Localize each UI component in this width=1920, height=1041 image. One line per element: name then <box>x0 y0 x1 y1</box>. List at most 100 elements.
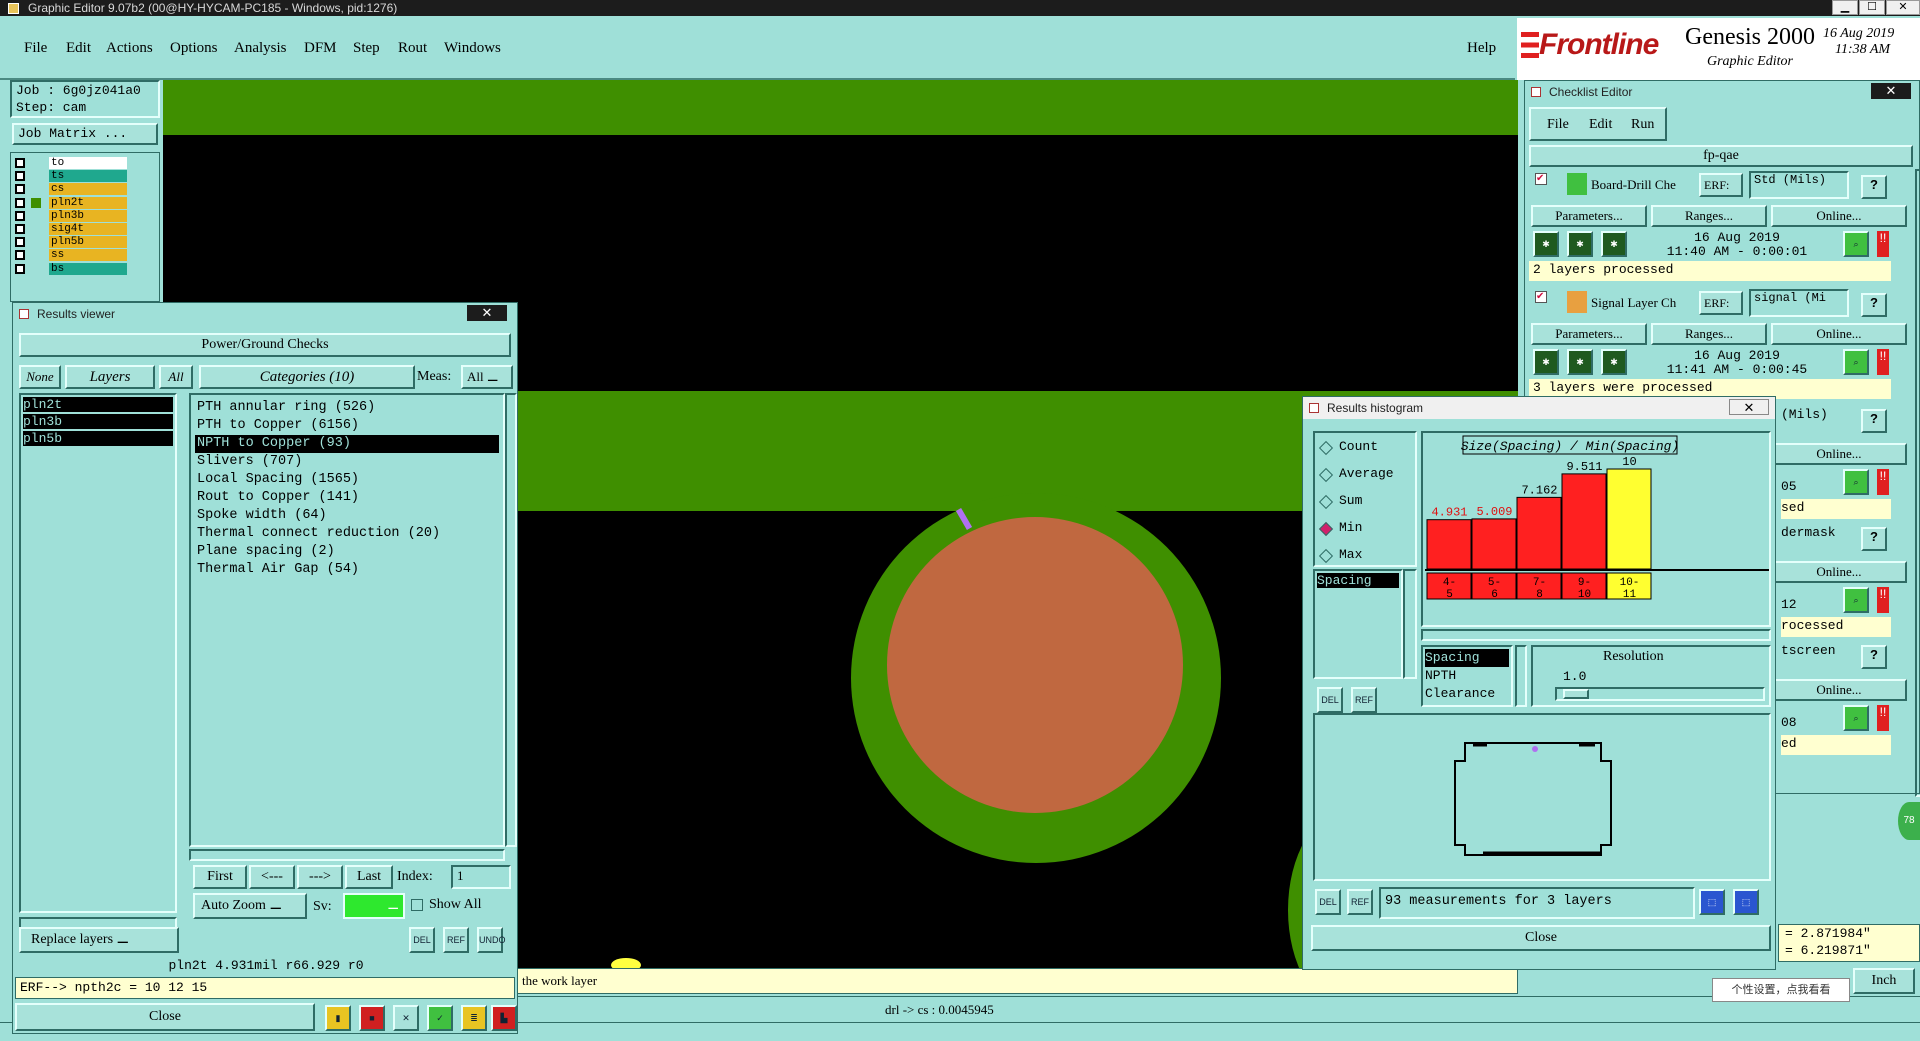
ref-icon[interactable]: REF <box>443 927 469 953</box>
help-icon[interactable]: ? <box>1861 175 1887 199</box>
layer-name[interactable]: pln5b <box>49 236 127 249</box>
index-input[interactable]: 1 <box>451 865 511 889</box>
checklist-menu-file[interactable]: File <box>1547 117 1569 133</box>
layer-row[interactable]: pln5b <box>13 236 127 249</box>
run-stop-icon[interactable]: ✱ <box>1601 231 1627 257</box>
type-list[interactable]: Spacing NPTH Clearance <box>1421 645 1513 707</box>
meas-dropdown[interactable]: All ⚊ <box>461 365 513 389</box>
last-button[interactable]: Last <box>345 865 393 889</box>
unit-button[interactable]: Inch <box>1853 968 1915 994</box>
show-all-checkbox[interactable] <box>411 899 423 911</box>
run-fast-icon[interactable]: ✱ <box>1567 349 1593 375</box>
run-stop-icon[interactable]: ✱ <box>1601 349 1627 375</box>
chart-hscroll[interactable] <box>1421 629 1771 641</box>
document-icon[interactable]: ≣ <box>461 1005 487 1031</box>
radio-icon[interactable] <box>1318 467 1334 483</box>
category-item[interactable]: Local Spacing (1565) <box>195 471 499 489</box>
ranges-button[interactable]: Ranges... <box>1651 323 1767 345</box>
prev-button[interactable]: <--- <box>249 865 295 889</box>
help-icon[interactable]: ? <box>1861 409 1887 433</box>
run-icon[interactable]: ✱ <box>1533 231 1559 257</box>
layer-name[interactable]: to <box>49 157 127 169</box>
del-icon[interactable]: DEL <box>409 927 435 953</box>
zoom-icon[interactable]: ⌕ <box>1843 231 1869 257</box>
menu-edit[interactable]: Edit <box>66 40 91 57</box>
zoom-area-icon[interactable]: ⬚ <box>1733 889 1759 915</box>
category-item[interactable]: Thermal Air Gap (54) <box>195 561 499 579</box>
online-button-3[interactable]: Online... <box>1771 443 1907 465</box>
layer-name[interactable]: pln3b <box>49 209 127 222</box>
layer-name[interactable]: pln2t <box>49 196 127 209</box>
item-checkbox[interactable]: ✔ <box>1535 173 1547 185</box>
layer-name[interactable]: ss <box>49 249 127 262</box>
erf-label[interactable]: ERF: <box>1699 291 1743 315</box>
category-item[interactable]: PTH to Copper (6156) <box>195 417 499 435</box>
layer-checkbox[interactable] <box>15 237 25 248</box>
layer-checkbox[interactable] <box>15 197 25 208</box>
histogram-close-button[interactable]: Close <box>1311 925 1771 951</box>
layer-row[interactable]: pln3b <box>13 209 127 222</box>
delete-icon[interactable]: ✕ <box>393 1005 419 1031</box>
radio-icon[interactable] <box>1318 440 1334 456</box>
category-item[interactable]: Spoke width (64) <box>195 507 499 525</box>
preview-del-icon[interactable]: DEL <box>1315 889 1341 915</box>
hist-del-icon[interactable]: DEL <box>1317 687 1343 713</box>
type-item[interactable]: Clearance <box>1425 685 1509 703</box>
layer-row[interactable]: pln2t <box>13 196 127 209</box>
layer-row[interactable]: to <box>13 157 127 169</box>
tooltip[interactable]: 个性设置，点我看看 <box>1712 978 1850 1002</box>
category-hscroll[interactable] <box>189 849 505 861</box>
tab-none[interactable]: None <box>19 365 61 389</box>
radio-icon[interactable] <box>1318 521 1334 537</box>
radio-icon[interactable] <box>1318 548 1334 564</box>
help-icon[interactable]: ? <box>1861 527 1887 551</box>
layer-checkbox[interactable] <box>15 263 25 274</box>
menu-windows[interactable]: Windows <box>444 40 501 57</box>
checklist-menu-run[interactable]: Run <box>1631 117 1654 133</box>
category-vscroll[interactable] <box>505 393 517 847</box>
item-title[interactable]: Signal Layer Ch <box>1591 295 1676 311</box>
tab-layers[interactable]: Layers <box>65 365 155 389</box>
layer-result-list[interactable]: pln2t pln3b pln5b <box>19 393 177 913</box>
type-item[interactable]: NPTH <box>1425 667 1509 685</box>
ranges-button[interactable]: Ranges... <box>1651 205 1767 227</box>
category-item[interactable]: Thermal connect reduction (20) <box>195 525 499 543</box>
menu-analysis[interactable]: Analysis <box>234 40 287 57</box>
menu-actions[interactable]: Actions <box>106 40 153 57</box>
type-item[interactable]: Spacing <box>1425 649 1509 667</box>
measure-vscroll[interactable] <box>1403 569 1417 679</box>
results-viewer-close-x[interactable]: ✕ <box>467 305 507 321</box>
result-layer-item[interactable]: pln5b <box>23 431 173 446</box>
result-layer-item[interactable]: pln3b <box>23 414 173 429</box>
zoom-icon[interactable]: ⌕ <box>1843 705 1869 731</box>
category-item[interactable]: NPTH to Copper (93) <box>195 435 499 453</box>
resolution-slider-handle[interactable] <box>1563 689 1589 699</box>
menu-step[interactable]: Step <box>353 40 380 57</box>
help-icon[interactable]: ? <box>1861 645 1887 669</box>
category-item[interactable]: Rout to Copper (141) <box>195 489 499 507</box>
parameters-button[interactable]: Parameters... <box>1531 323 1647 345</box>
zoom-icon[interactable]: ⌕ <box>1843 469 1869 495</box>
undo-icon[interactable]: UNDO <box>477 927 506 953</box>
item-checkbox[interactable]: ✔ <box>1535 291 1547 303</box>
layer-checkbox[interactable] <box>15 224 25 234</box>
online-button[interactable]: Online... <box>1771 323 1907 345</box>
results-close-button[interactable]: Close <box>15 1003 315 1031</box>
erf-label[interactable]: ERF: <box>1699 173 1743 197</box>
checklist-menu-edit[interactable]: Edit <box>1589 117 1612 133</box>
zoom-home-icon[interactable]: ⬚ <box>1699 889 1725 915</box>
item-title[interactable]: Board-Drill Che <box>1591 177 1676 193</box>
run-icon[interactable]: ✱ <box>1533 349 1559 375</box>
layer-checkbox[interactable] <box>15 184 25 195</box>
menu-rout[interactable]: Rout <box>398 40 427 57</box>
radio-icon[interactable] <box>1318 494 1334 510</box>
layer-checkbox[interactable] <box>15 158 25 168</box>
stop-icon[interactable]: ■ <box>359 1005 385 1031</box>
checklist-close-x[interactable]: ✕ <box>1871 83 1911 99</box>
parameters-button[interactable]: Parameters... <box>1531 205 1647 227</box>
layer-row[interactable]: ss <box>13 249 127 262</box>
measure-list[interactable]: Spacing <box>1313 569 1403 679</box>
auto-zoom-dropdown[interactable]: Auto Zoom ⚊ <box>193 893 307 919</box>
layer-name[interactable]: cs <box>49 183 127 196</box>
replace-layers-dropdown[interactable]: Replace layers ⚊ <box>19 927 179 953</box>
